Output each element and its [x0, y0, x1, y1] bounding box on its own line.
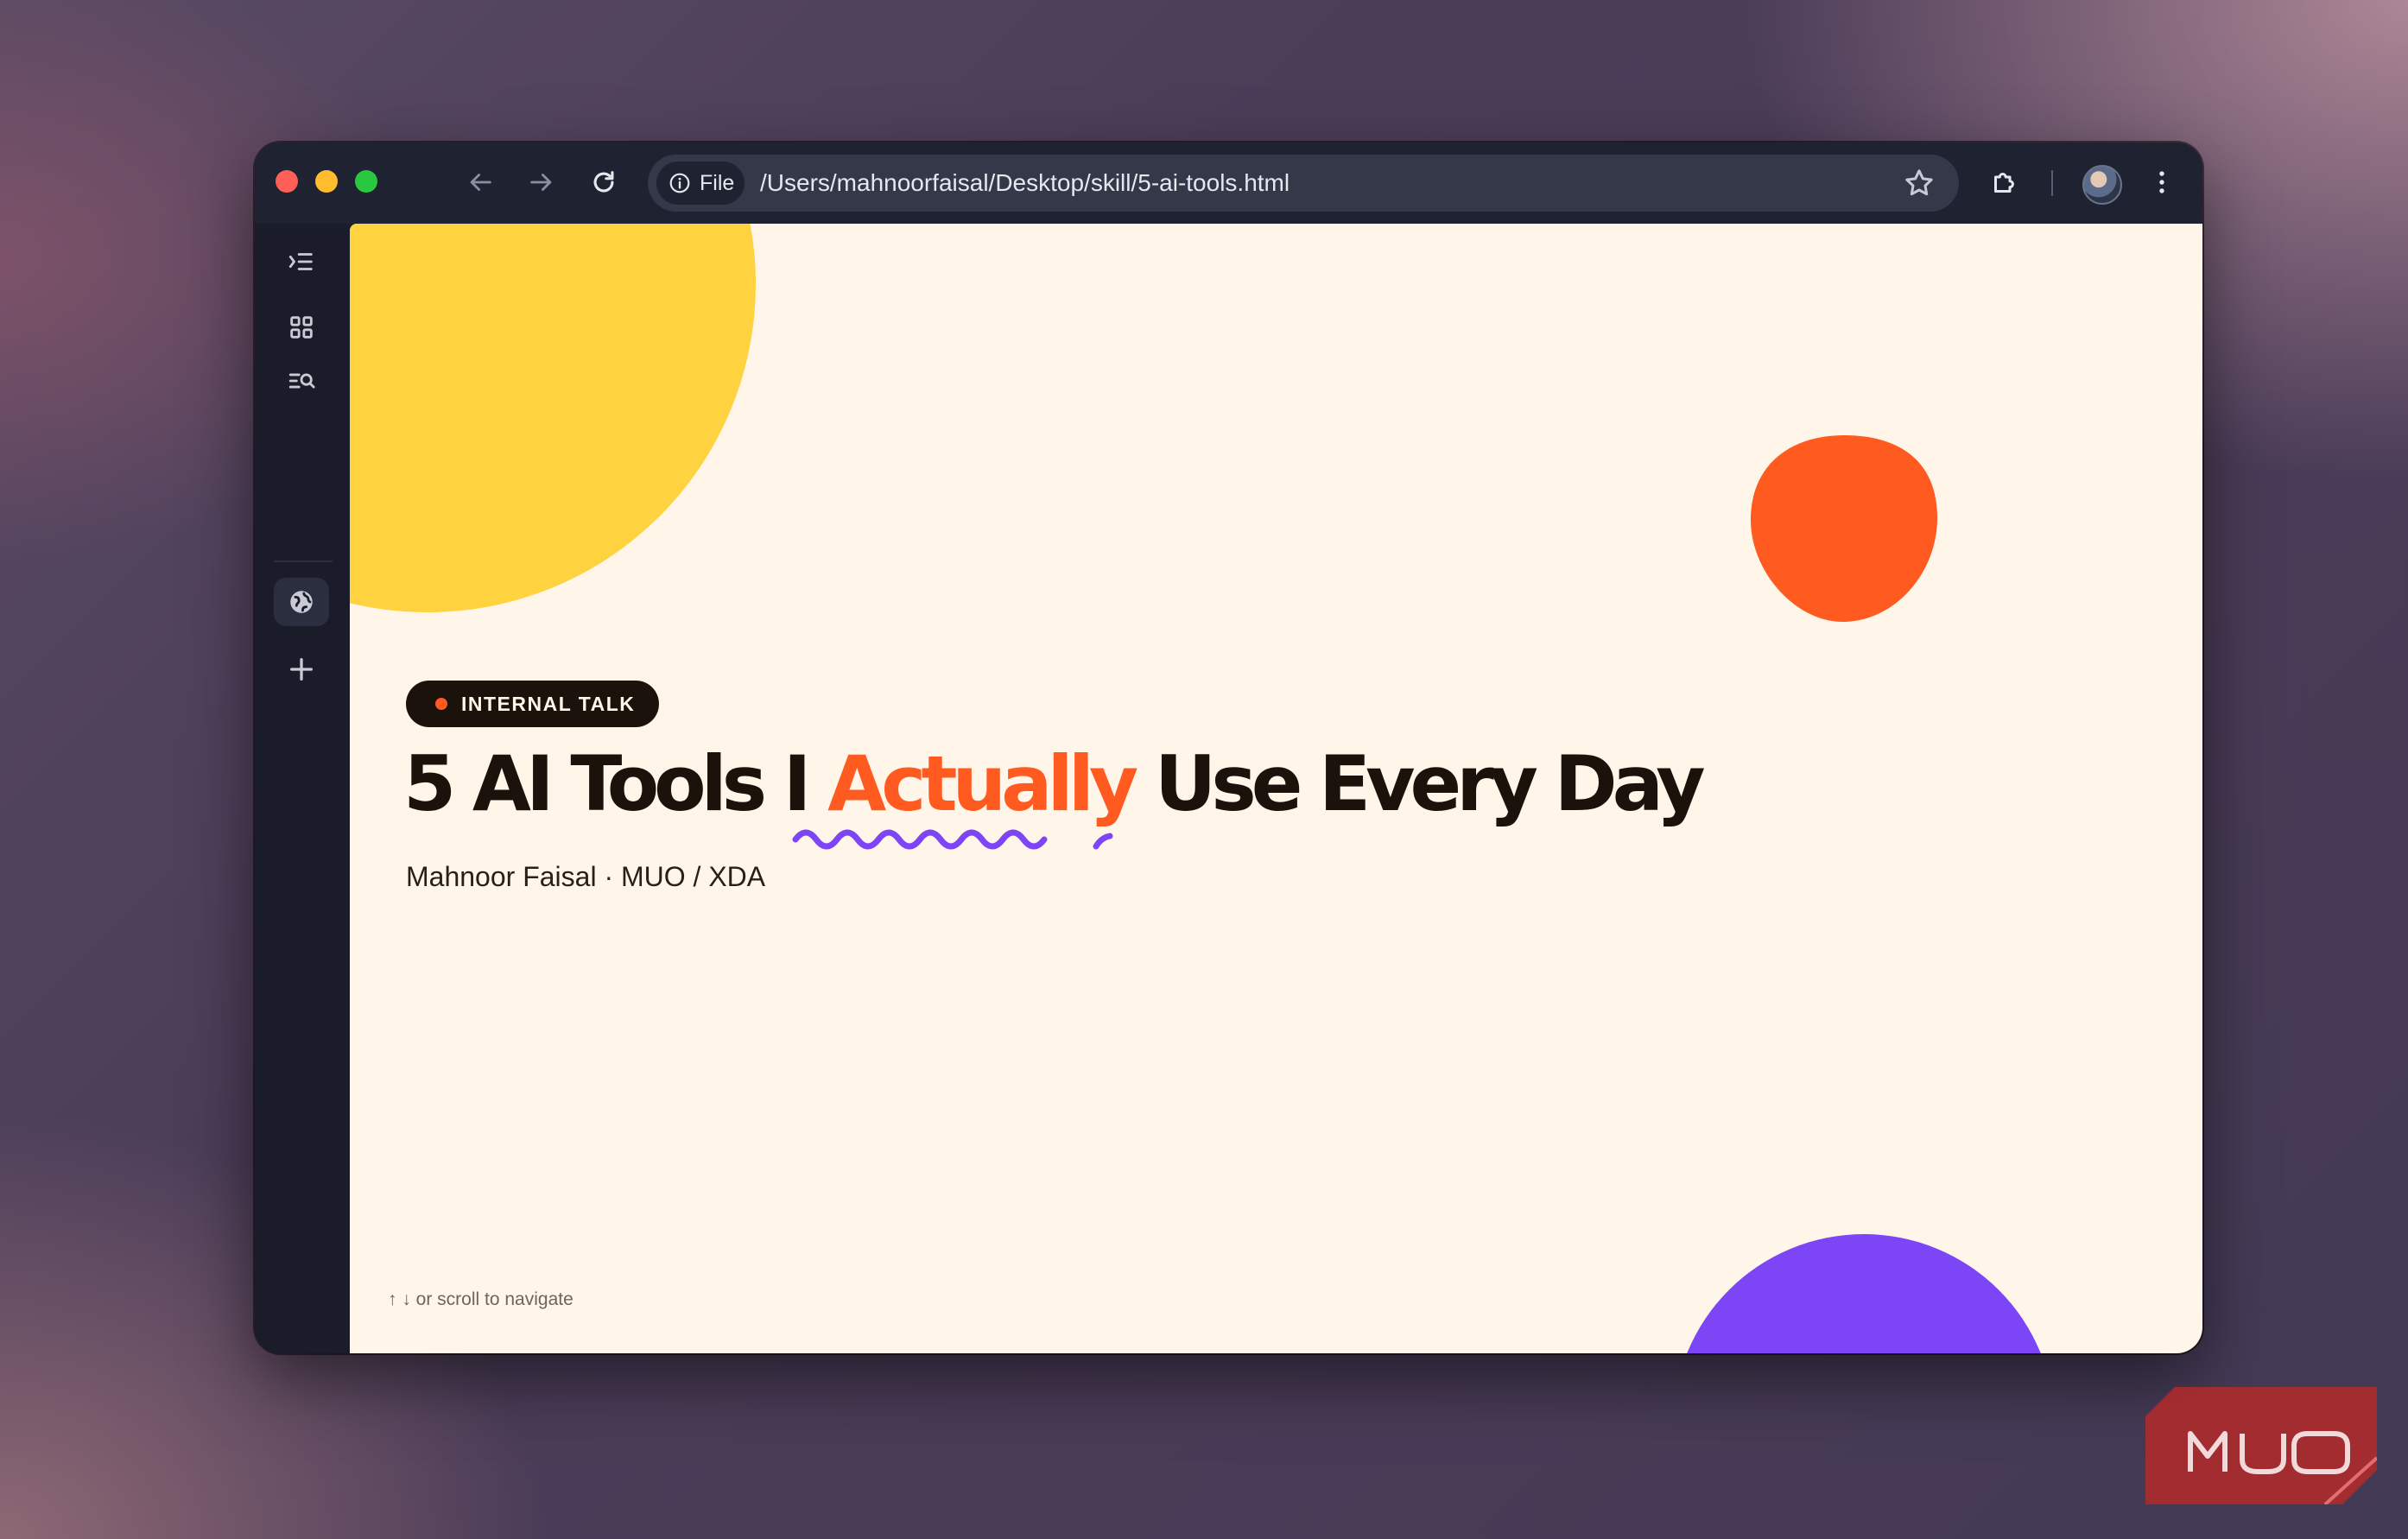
- muo-watermark-logo: [2145, 1387, 2377, 1504]
- extensions-button[interactable]: [1982, 160, 2027, 205]
- slide-subtitle: Mahnoor Faisal · MUO / XDA: [406, 861, 766, 892]
- globe-icon: [290, 591, 313, 613]
- wavy-underline-decoration: [792, 829, 1113, 850]
- title-highlight-word: Actually: [827, 739, 1138, 828]
- grid-icon: [290, 316, 313, 339]
- sidebar-item-current-site[interactable]: [274, 578, 329, 626]
- sidebar-item-tab-grid[interactable]: [274, 303, 329, 352]
- browser-menu-button[interactable]: [2139, 160, 2184, 205]
- navigation-hint: ↑ ↓ or scroll to navigate: [388, 1289, 573, 1309]
- toolbar-divider: [2051, 170, 2053, 196]
- yellow-circle-shape: [350, 224, 756, 612]
- collapse-sidebar-icon: [288, 253, 313, 270]
- arrow-left-icon: [470, 174, 491, 191]
- title-part-before: 5 AI Tools I: [403, 739, 828, 828]
- browser-window: File /Users/mahnoorfaisal/Desktop/skill/…: [255, 142, 2202, 1353]
- site-info-label: File: [700, 170, 735, 195]
- sidebar-item-search-tabs[interactable]: [274, 357, 329, 405]
- forward-button[interactable]: [521, 162, 562, 203]
- url-text[interactable]: /Users/mahnoorfaisal/Desktop/skill/5-ai-…: [760, 155, 1290, 212]
- address-bar[interactable]: File /Users/mahnoorfaisal/Desktop/skill/…: [648, 155, 1959, 212]
- reload-icon: [593, 171, 614, 193]
- bookmark-star-icon[interactable]: [1902, 166, 1936, 200]
- search-list-icon: [288, 373, 315, 389]
- plus-icon: [290, 658, 313, 681]
- more-vertical-icon: [2159, 171, 2164, 193]
- reload-button[interactable]: [583, 162, 624, 203]
- sidebar-add-button[interactable]: [274, 645, 329, 694]
- browser-titlebar: File /Users/mahnoorfaisal/Desktop/skill/…: [255, 142, 2202, 224]
- sidebar-toggle-button[interactable]: [274, 238, 329, 286]
- title-part-after: Use Every Day: [1133, 739, 1706, 828]
- badge-dot: [435, 698, 447, 710]
- puzzle-icon: [1994, 173, 2014, 193]
- slide-title: 5 AI Tools I Actually Use Every Day: [403, 746, 1706, 822]
- maximize-window-button[interactable]: [355, 170, 377, 193]
- profile-avatar[interactable]: [2082, 165, 2122, 205]
- slide-canvas: INTERNAL TALK 5 AI Tools I Actually Use …: [350, 224, 2202, 1353]
- purple-circle-shape: [1687, 1234, 2041, 1353]
- talk-badge: INTERNAL TALK: [406, 681, 659, 727]
- badge-label: INTERNAL TALK: [461, 692, 636, 715]
- back-button[interactable]: [459, 162, 501, 203]
- arrow-right-icon: [530, 174, 552, 191]
- site-info-chip[interactable]: File: [656, 162, 745, 205]
- browser-sidebar: [255, 224, 350, 1353]
- close-window-button[interactable]: [276, 170, 298, 193]
- sidebar-divider: [274, 560, 333, 562]
- orange-blob-shape: [1751, 435, 1937, 622]
- minimize-window-button[interactable]: [315, 170, 338, 193]
- info-icon: [669, 173, 690, 193]
